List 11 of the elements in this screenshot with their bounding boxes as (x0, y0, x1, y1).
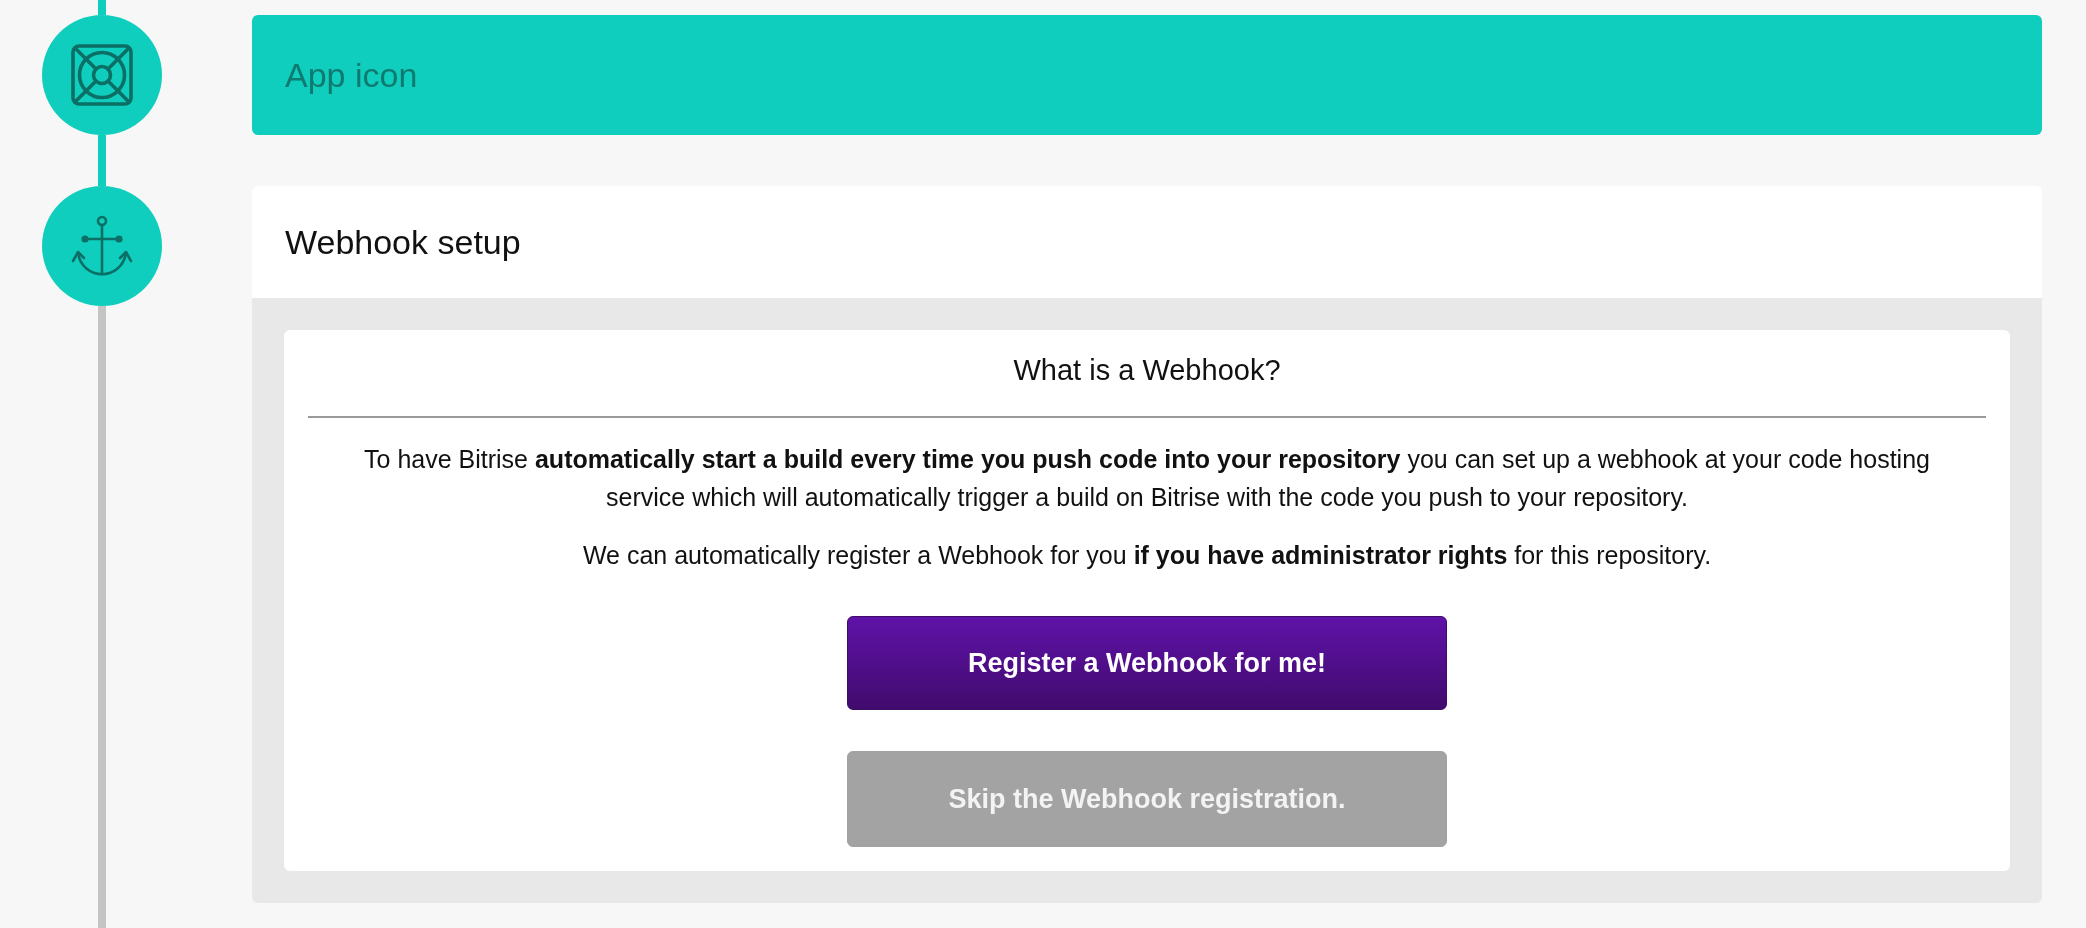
anchor-icon (42, 186, 162, 306)
lifebuoy-icon (42, 15, 162, 135)
step-title: App icon (285, 54, 418, 96)
info-heading: What is a Webhook? (1013, 353, 1281, 388)
info-text: We can automatically register a Webhook for you if you have administrator rights for this repository. (582, 540, 1712, 571)
primary-button[interactable]: Register a Webhook for me! (847, 616, 1447, 710)
timeline-connector (98, 135, 106, 186)
step-title: Webhook setup (285, 221, 521, 263)
step-header[interactable]: Webhook setup (252, 186, 2042, 298)
info-text: To have Bitrise automatically start a build every time you push code into your repository you can set up a webhook at your code hosting service which will automatically trigger a build on Bitrise with the code you push to your repository. (363, 444, 1931, 513)
timeline-connector (98, 0, 106, 15)
